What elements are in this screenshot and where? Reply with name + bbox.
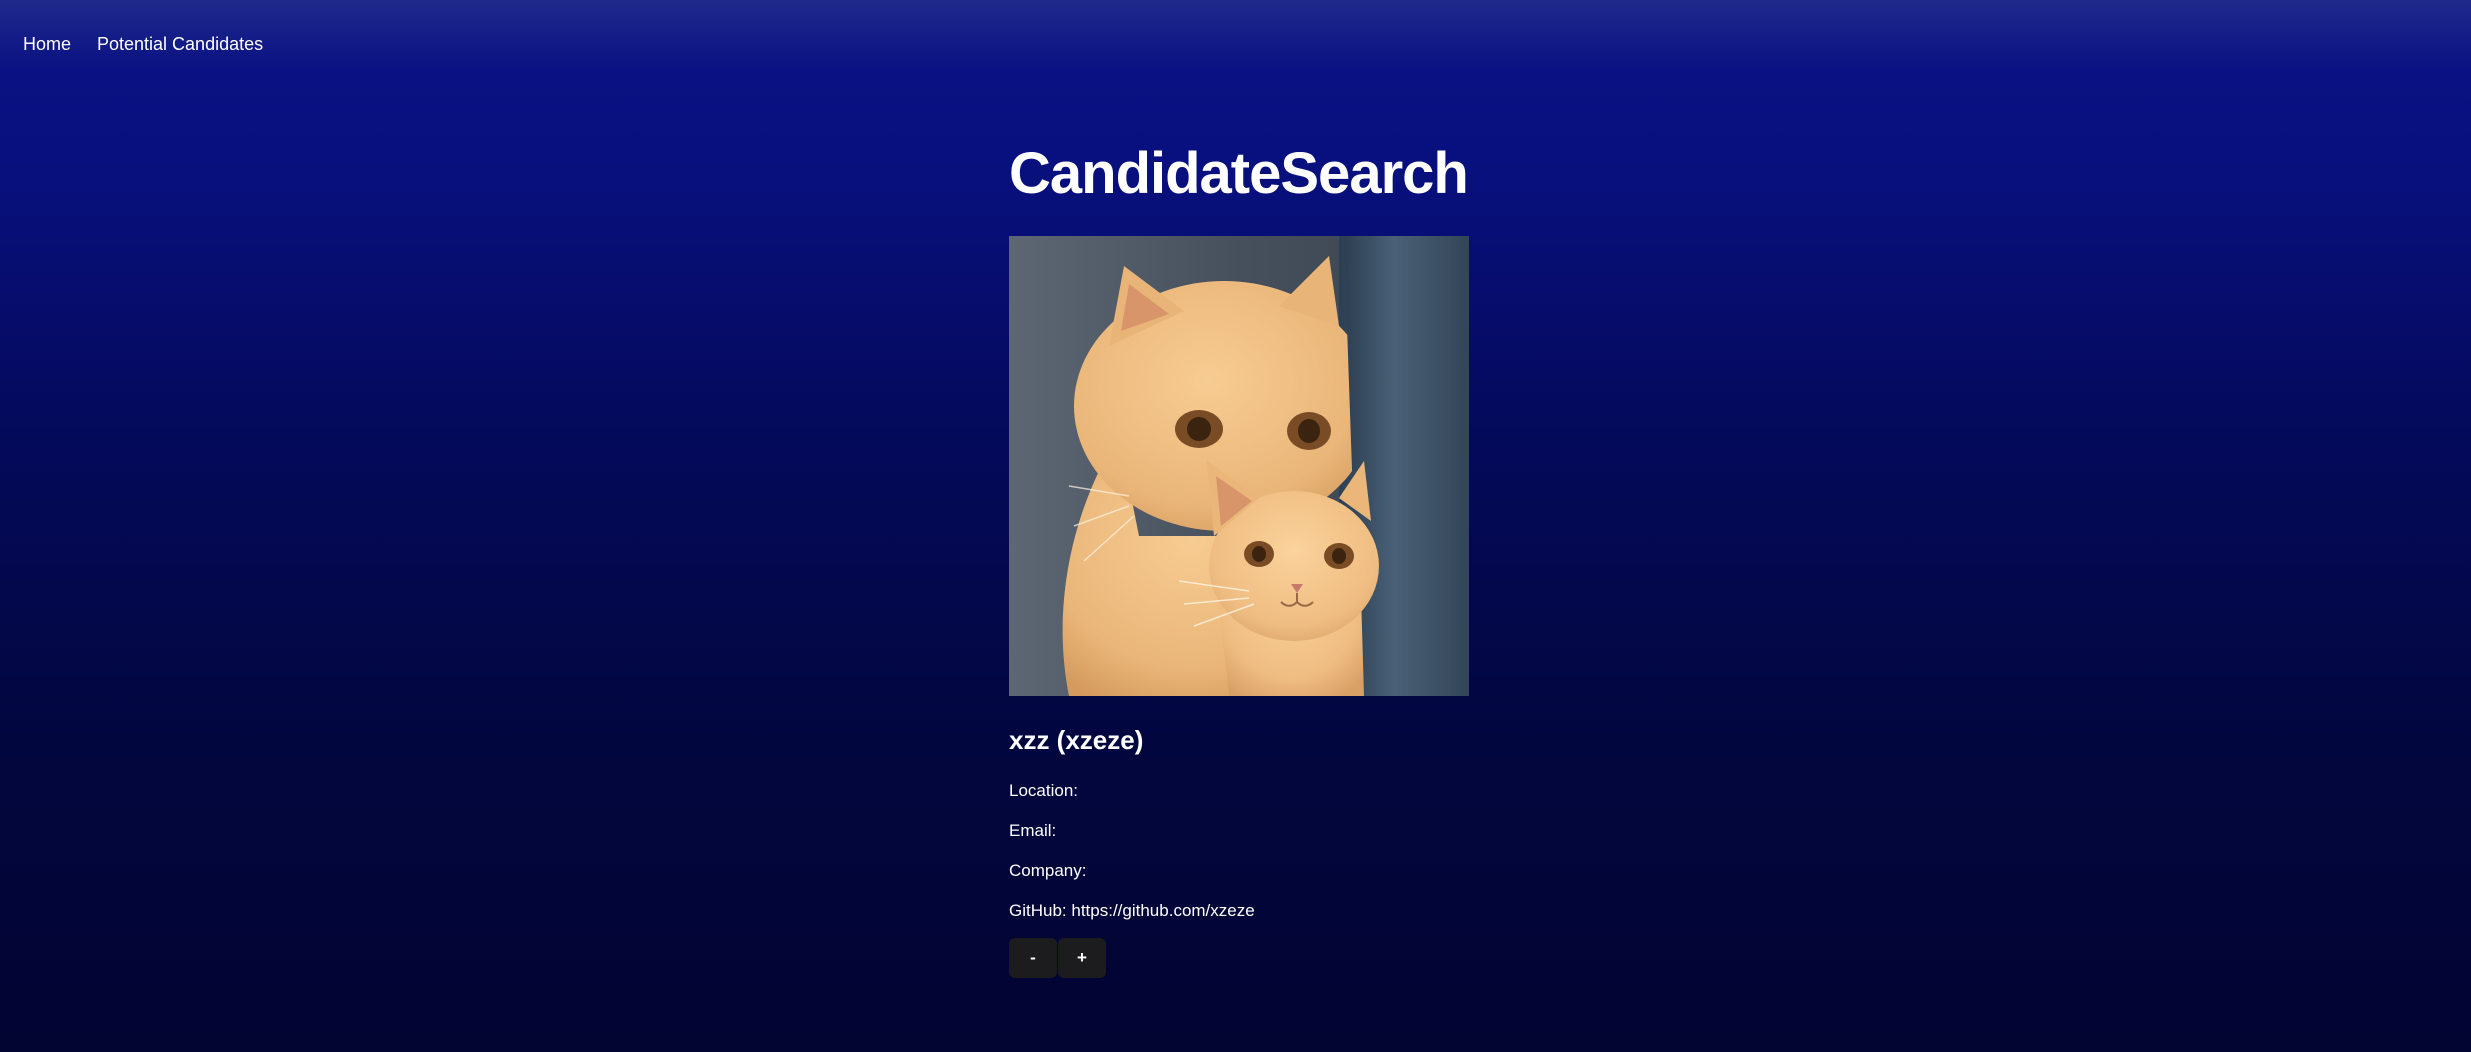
top-nav: Home Potential Candidates	[0, 0, 2471, 90]
save-candidate-button[interactable]: +	[1058, 938, 1106, 978]
nav-home-link[interactable]: Home	[23, 34, 71, 55]
candidate-company: Company:	[1009, 861, 1086, 881]
candidate-github: GitHub: https://github.com/xzeze	[1009, 901, 1255, 921]
candidate-actions: - +	[1009, 938, 1106, 978]
candidate-avatar	[1009, 236, 1469, 696]
main-content: CandidateSearch xzz (xzeze) Location: Em…	[1009, 138, 1609, 978]
location-label: Location:	[1009, 781, 1078, 800]
nav-potential-candidates-link[interactable]: Potential Candidates	[97, 34, 263, 55]
email-label: Email:	[1009, 821, 1057, 840]
candidate-name: xzz (xzeze)	[1009, 725, 1144, 755]
github-label: GitHub:	[1009, 901, 1067, 920]
page-title: CandidateSearch	[1009, 141, 1469, 206]
reject-candidate-button[interactable]: -	[1009, 938, 1057, 978]
candidate-email: Email:	[1009, 821, 1056, 841]
candidate-location: Location:	[1009, 781, 1078, 801]
github-value: https://github.com/xzeze	[1071, 901, 1255, 920]
company-label: Company:	[1009, 861, 1087, 880]
